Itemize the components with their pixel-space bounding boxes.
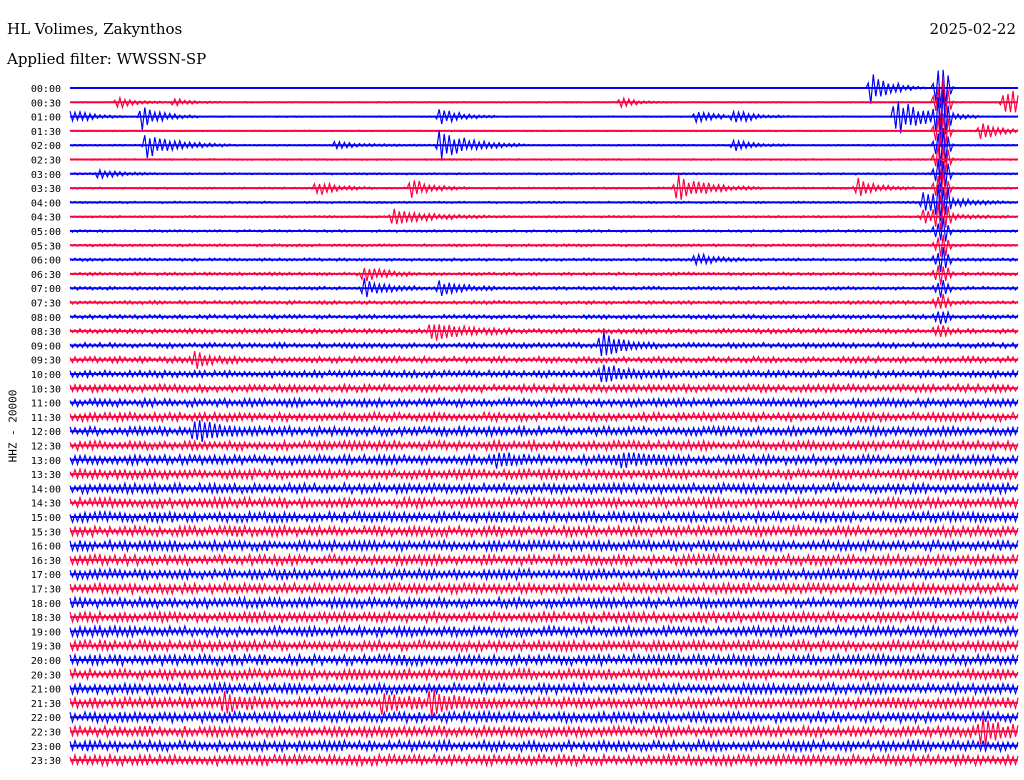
row-label: 06:00 — [31, 256, 61, 267]
row-label: 15:00 — [31, 513, 61, 524]
seismogram-plot: 00:00 00:30 01:00 01:30 02:00 02:30 03:00 03:30… — [31, 69, 1019, 768]
row-label: 08:30 — [31, 327, 61, 338]
row-label: 17:30 — [31, 585, 61, 596]
row-label: 00:30 — [31, 98, 61, 109]
row-label: 13:00 — [31, 456, 61, 467]
row-label: 11:00 — [31, 399, 61, 410]
row-label: 21:00 — [31, 685, 61, 696]
row-label: 17:00 — [31, 570, 61, 581]
row-label: 20:30 — [31, 670, 61, 681]
trace-line — [69, 293, 1019, 310]
row-label: 04:30 — [31, 213, 61, 224]
row-label: 13:30 — [31, 470, 61, 481]
row-label: 01:30 — [31, 127, 61, 138]
trace-line — [69, 217, 1019, 242]
row-label: 03:00 — [31, 170, 61, 181]
row-label: 23:00 — [31, 742, 61, 753]
row-label: 10:00 — [31, 370, 61, 381]
row-label: 18:30 — [31, 613, 61, 624]
row-label: 03:30 — [31, 184, 61, 195]
row-label: 14:00 — [31, 484, 61, 495]
row-label: 22:30 — [31, 728, 61, 739]
row-label: 15:30 — [31, 527, 61, 538]
row-label: 19:00 — [31, 627, 61, 638]
row-label: 12:00 — [31, 427, 61, 438]
row-label: 02:30 — [31, 156, 61, 167]
row-label: 23:30 — [31, 756, 61, 767]
row-label: 22:00 — [31, 713, 61, 724]
row-label: 02:00 — [31, 141, 61, 152]
row-label: 07:30 — [31, 299, 61, 310]
row-label: 01:00 — [31, 113, 61, 124]
row-label: 05:00 — [31, 227, 61, 238]
row-label: 08:00 — [31, 313, 61, 324]
row-label: 18:00 — [31, 599, 61, 610]
row-label: 00:00 — [31, 84, 61, 95]
trace-line — [69, 331, 1019, 356]
row-label: 20:00 — [31, 656, 61, 667]
trace-line — [69, 309, 1019, 325]
row-label: 10:30 — [31, 384, 61, 395]
row-label: 21:30 — [31, 699, 61, 710]
row-label: 09:00 — [31, 341, 61, 352]
row-label: 05:30 — [31, 241, 61, 252]
row-label: 14:30 — [31, 499, 61, 510]
row-label: 19:30 — [31, 642, 61, 653]
row-label: 09:30 — [31, 356, 61, 367]
row-label: 06:30 — [31, 270, 61, 281]
row-label: 11:30 — [31, 413, 61, 424]
row-label: 04:00 — [31, 198, 61, 209]
row-label: 16:30 — [31, 556, 61, 567]
trace-line — [69, 323, 1019, 341]
row-label: 16:00 — [31, 542, 61, 553]
row-label: 12:30 — [31, 442, 61, 453]
row-label: 07:00 — [31, 284, 61, 295]
trace-line — [69, 265, 1019, 286]
